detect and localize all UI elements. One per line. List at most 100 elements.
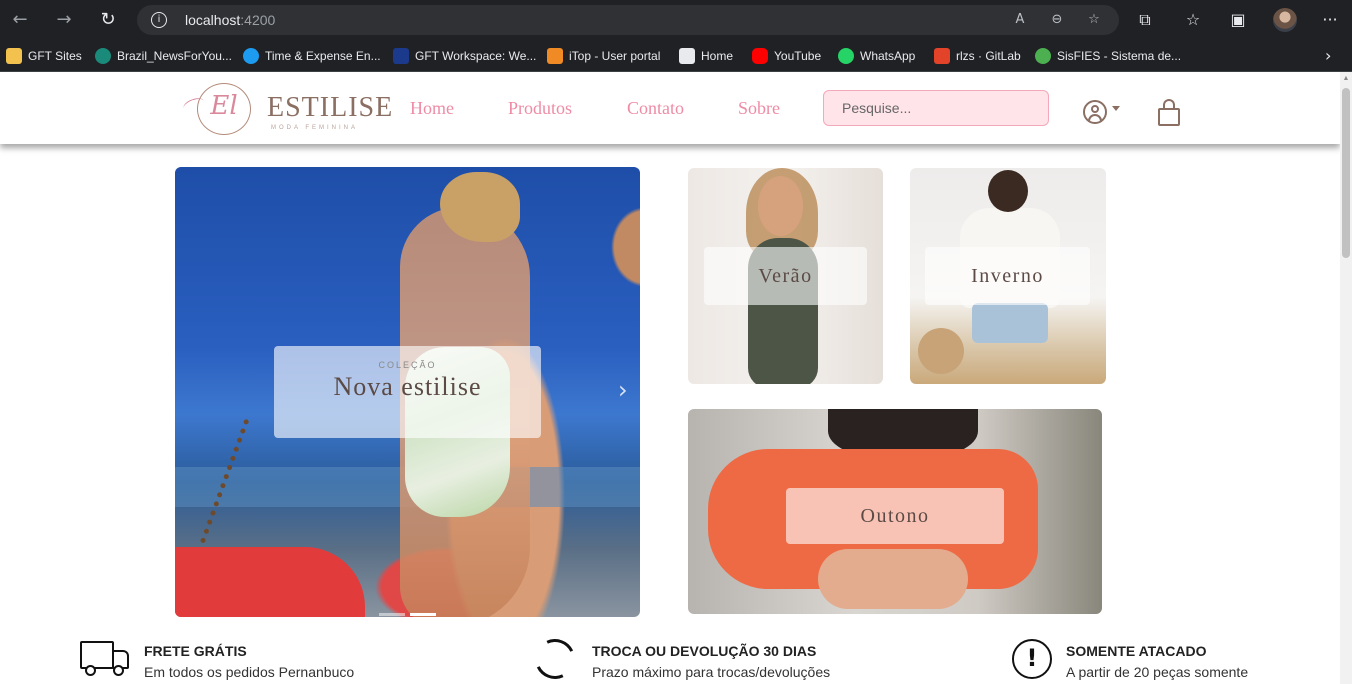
bookmark-whatsapp[interactable]: WhatsApp (838, 48, 915, 64)
scrollbar-thumb[interactable] (1342, 88, 1350, 258)
bookmark-label: SisFIES - Sistema de... (1057, 49, 1182, 63)
sisfies-icon (1035, 48, 1051, 64)
truck-body (80, 641, 114, 669)
bookmark-label: GFT Sites (28, 49, 82, 63)
model-head (988, 170, 1028, 212)
site-header: El ESTILISE MODA FEMININA Home Produtos … (0, 72, 1340, 144)
logo-monogram: El (210, 91, 238, 121)
model-arms (818, 549, 968, 609)
carousel-indicator-active[interactable] (410, 613, 436, 616)
home-icon (679, 48, 695, 64)
url-port: :4200 (240, 12, 276, 28)
category-verao-label: Verão (704, 247, 867, 305)
page-scrollbar[interactable]: ▲ (1340, 72, 1352, 684)
feature-frete: FRETE GRÁTIS Em todos os pedidos Pernanb… (80, 639, 400, 684)
bookmark-label: rlzs · GitLab (956, 49, 1021, 63)
nav-contato[interactable]: Contato (627, 98, 684, 119)
workspace-icon (393, 48, 409, 64)
exchange-icon (529, 633, 581, 684)
feature-subtitle: Em todos os pedidos Pernanbuco (144, 664, 355, 680)
favorites-icon[interactable]: ☆ (1181, 8, 1205, 32)
carousel-indicator[interactable] (379, 613, 405, 616)
bookmark-label: GFT Workspace: We... (415, 49, 537, 63)
user-account-icon[interactable] (1083, 100, 1107, 124)
feature-title: SOMENTE ATACADO (1066, 643, 1207, 659)
collections-icon[interactable]: ▣ (1226, 8, 1250, 32)
zoom-icon[interactable]: ⊖ (1048, 11, 1066, 29)
category-verao-card[interactable]: Verão (688, 168, 883, 384)
url-host: localhost (185, 12, 241, 28)
bookmark-time-expense[interactable]: Time & Expense En... (243, 48, 381, 64)
model-shorts (972, 303, 1048, 343)
whatsapp-icon (838, 48, 854, 64)
web-page: El ESTILISE MODA FEMININA Home Produtos … (0, 72, 1340, 684)
model-face (758, 176, 803, 236)
hero-carousel[interactable]: COLEÇÃO Nova estilise › (175, 167, 640, 617)
hero-caption[interactable]: COLEÇÃO Nova estilise (274, 346, 541, 438)
more-menu-icon[interactable]: ··· (1318, 8, 1342, 32)
url-text[interactable]: localhost:4200 (185, 12, 275, 28)
category-outono-label: Outono (786, 488, 1004, 544)
bookmark-brazil-news[interactable]: Brazil_NewsForYou... (95, 48, 232, 64)
category-inverno-label: Inverno (925, 247, 1090, 305)
bookmark-label: YouTube (774, 49, 822, 63)
site-logo[interactable]: El ESTILISE MODA FEMININA (181, 81, 392, 137)
reload-button[interactable]: ↻ (96, 8, 120, 32)
sharepoint-icon (95, 48, 111, 64)
extensions-icon[interactable]: ⧉ (1133, 8, 1157, 32)
read-aloud-icon[interactable]: A (1011, 11, 1029, 29)
feature-subtitle: Prazo máximo para trocas/devoluções (592, 664, 831, 680)
bookmark-gft-workspace[interactable]: GFT Workspace: We... (393, 48, 536, 64)
search-input[interactable] (823, 90, 1049, 126)
bookmark-gitlab[interactable]: rlzs · GitLab (934, 48, 1021, 64)
nav-sobre[interactable]: Sobre (738, 98, 780, 119)
add-favorite-icon[interactable]: ☆ (1085, 11, 1103, 29)
bookmark-label: Time & Expense En... (265, 49, 381, 63)
scroll-up-icon[interactable]: ▲ (1342, 75, 1350, 83)
bookmark-itop[interactable]: iTop - User portal (547, 48, 660, 64)
gitlab-icon (934, 48, 950, 64)
feature-atacado: ! SOMENTE ATACADO A partir de 20 peças s… (1012, 639, 1312, 684)
bookmark-home[interactable]: Home (679, 48, 733, 64)
feature-title: FRETE GRÁTIS (144, 643, 247, 659)
bookmark-label: iTop - User portal (569, 49, 661, 63)
bookmark-label: Home (701, 49, 734, 63)
category-inverno-card[interactable]: Inverno (910, 168, 1106, 384)
carousel-next-icon[interactable]: › (618, 376, 636, 406)
bookmark-youtube[interactable]: YouTube (752, 48, 821, 64)
logo-tagline: MODA FEMININA (271, 125, 359, 131)
site-info-icon[interactable]: i (151, 12, 167, 28)
bookmarks-bar: GFT Sites Brazil_NewsForYou... Time & Ex… (0, 40, 1352, 72)
alert-icon: ! (1012, 639, 1052, 679)
nav-produtos[interactable]: Produtos (508, 98, 572, 119)
hero-kicker: COLEÇÃO (378, 360, 437, 370)
shopping-bag-icon[interactable] (1158, 108, 1180, 126)
truck-icon (80, 639, 132, 681)
logo-name: ESTILISE (267, 92, 394, 123)
feature-troca: TROCA OU DEVOLUÇÃO 30 DIAS Prazo máximo … (529, 633, 875, 684)
truck-wheel (85, 665, 96, 676)
itop-icon (547, 48, 563, 64)
folder-icon (6, 48, 22, 64)
address-bar[interactable]: i localhost:4200 A ⊖ ☆ (137, 5, 1119, 35)
basket-decor (918, 328, 964, 374)
cloud-icon (243, 48, 259, 64)
bookmark-gft-sites[interactable]: GFT Sites (6, 48, 82, 64)
chevron-down-icon[interactable] (1112, 106, 1120, 111)
back-button[interactable]: ← (8, 8, 32, 32)
bookmarks-overflow-icon[interactable]: › (1325, 46, 1331, 65)
browser-toolbar: ← → ↻ i localhost:4200 A ⊖ ☆ ⧉ ☆ ▣ ··· (0, 0, 1352, 40)
truck-wheel (113, 665, 124, 676)
nav-home[interactable]: Home (410, 98, 454, 119)
feature-subtitle: A partir de 20 peças somente (1066, 664, 1249, 680)
profile-avatar[interactable] (1273, 8, 1297, 32)
hero-boat (175, 547, 365, 617)
bookmark-sisfies[interactable]: SisFIES - Sistema de... (1035, 48, 1181, 64)
category-outono-card[interactable]: Outono (688, 409, 1102, 614)
bookmark-label: WhatsApp (860, 49, 916, 63)
forward-button[interactable]: → (52, 8, 76, 32)
feature-title: TROCA OU DEVOLUÇÃO 30 DIAS (592, 643, 817, 659)
bookmark-label: Brazil_NewsForYou... (117, 49, 232, 63)
youtube-icon (752, 48, 768, 64)
hero-title: Nova estilise (333, 372, 482, 401)
